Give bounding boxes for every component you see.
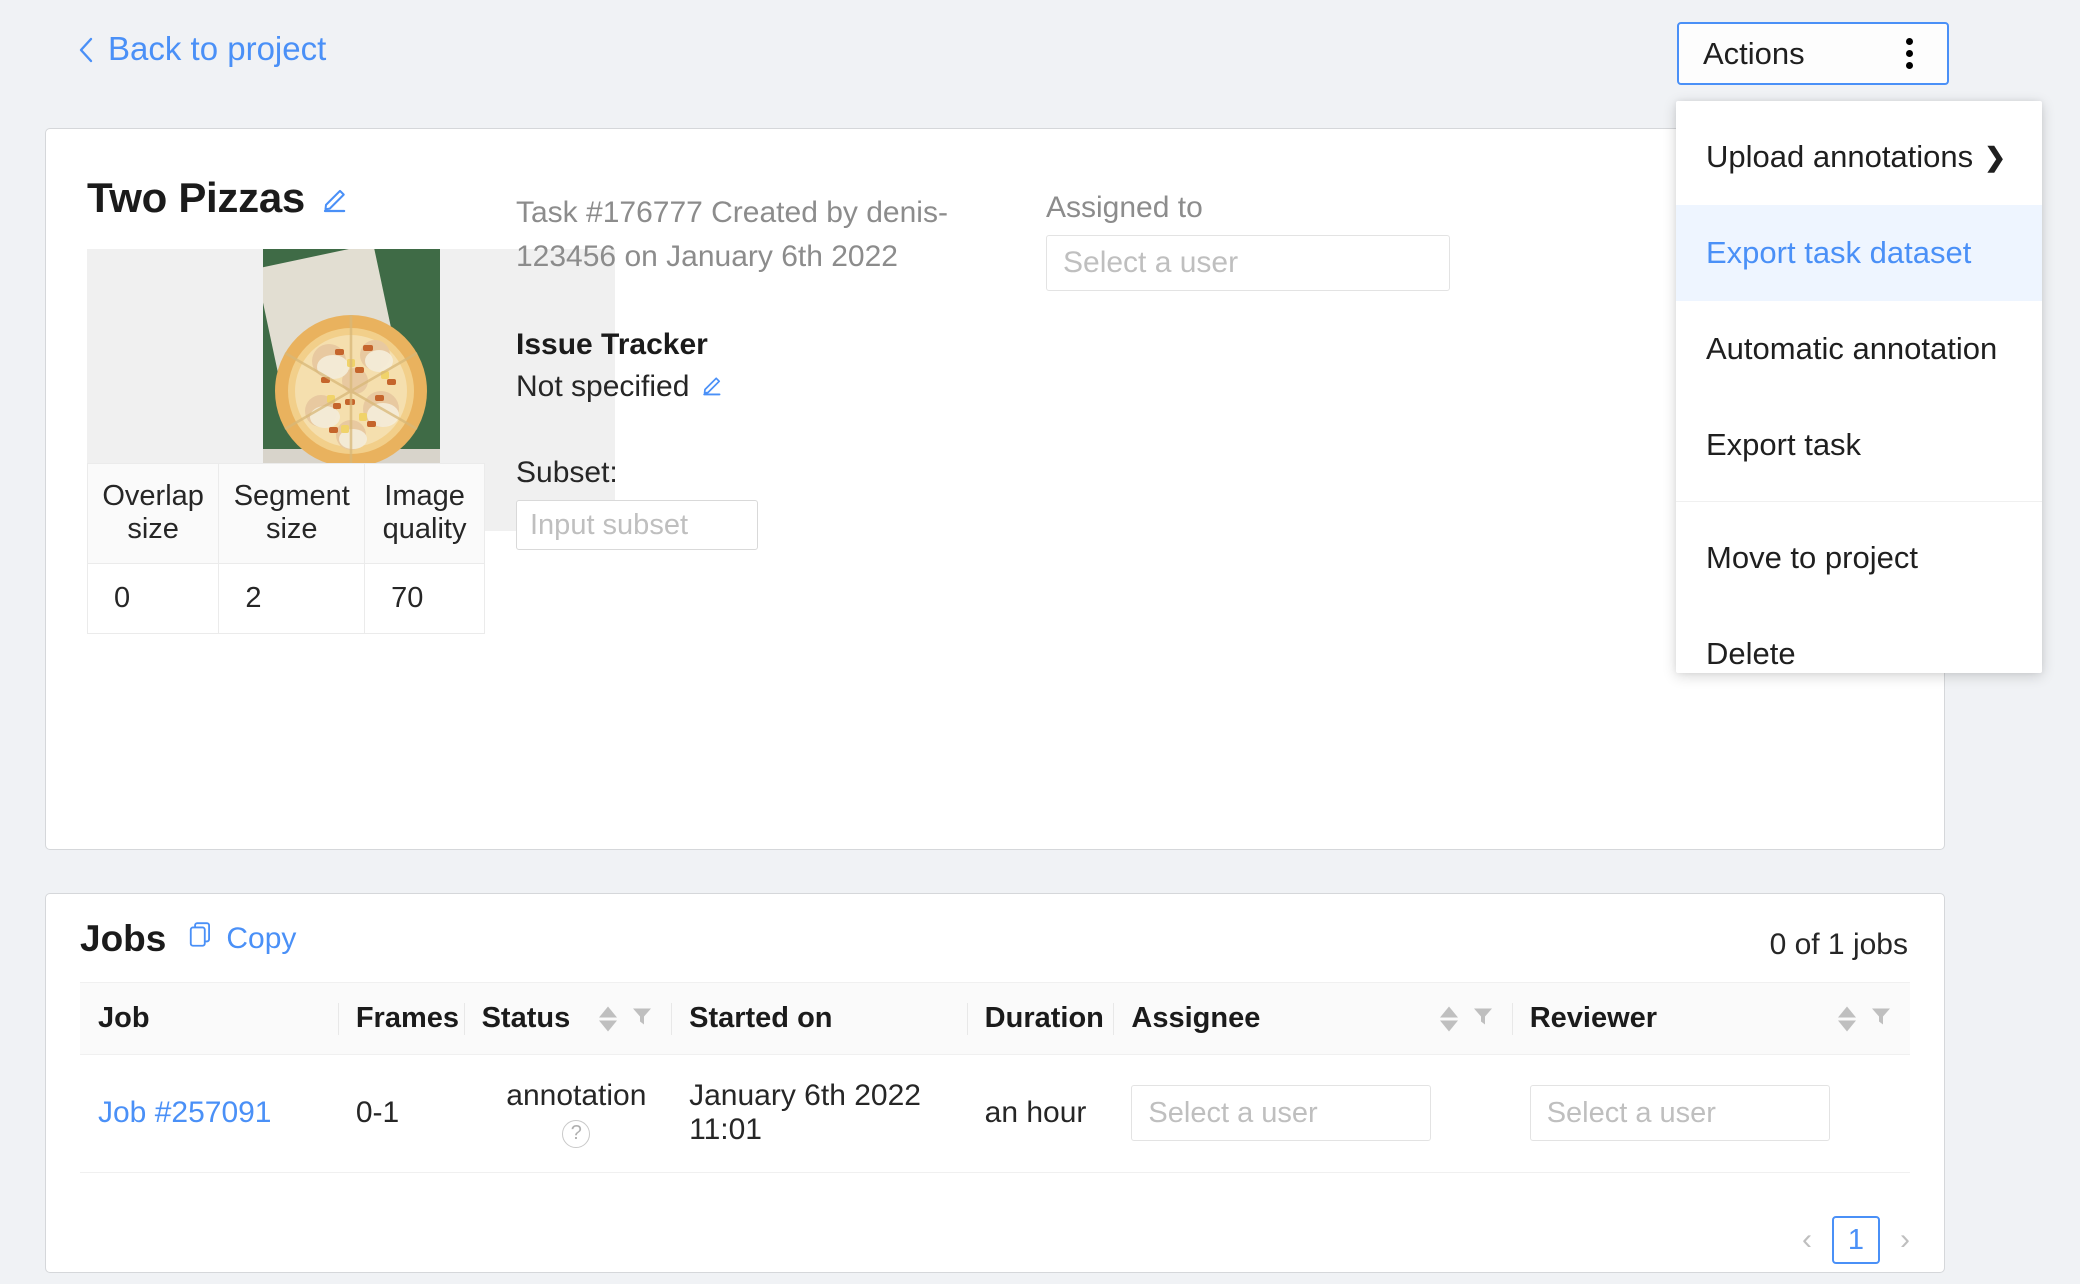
- assignee-select[interactable]: Select a user: [1131, 1085, 1432, 1142]
- subset-input[interactable]: [516, 500, 758, 550]
- jobs-card: Jobs Copy 0 of 1 jobs Job Frames Status …: [45, 893, 1945, 1273]
- column-header-assignee[interactable]: Assignee: [1113, 982, 1512, 1055]
- column-header-status-label: Status: [481, 1002, 571, 1034]
- cell-image-quality: 70: [364, 562, 485, 634]
- menu-divider: [1676, 501, 2042, 502]
- copy-label: Copy: [226, 922, 297, 955]
- cell-segment-size: 2: [218, 562, 366, 634]
- status-badge: annotation: [506, 1079, 647, 1112]
- assignee-placeholder: Select a user: [1148, 1096, 1318, 1129]
- menu-item-label: Upload annotations: [1706, 139, 1974, 174]
- issue-tracker-row: Not specified: [516, 370, 1076, 404]
- task-title-row: Two Pizzas: [87, 174, 351, 222]
- jobs-pagination: ‹ 1 ›: [1796, 1216, 1916, 1264]
- menu-item-export-task-dataset[interactable]: Export task dataset: [1676, 205, 2042, 301]
- chevron-right-icon[interactable]: ›: [1894, 1225, 1916, 1255]
- menu-item-automatic-annotation[interactable]: Automatic annotation: [1676, 301, 2042, 397]
- reviewer-select[interactable]: Select a user: [1529, 1085, 1830, 1142]
- actions-dropdown-menu[interactable]: Upload annotations ❯ Export task dataset…: [1676, 101, 2042, 673]
- actions-button-label: Actions: [1703, 35, 1805, 71]
- filter-icon[interactable]: [1472, 1002, 1494, 1035]
- jobs-table: Job Frames Status Started on Duration As…: [80, 982, 1910, 1173]
- jobs-title: Jobs: [80, 918, 167, 959]
- chevron-right-icon: ❯: [1984, 142, 2006, 172]
- table-row: 0 2 70: [86, 562, 485, 634]
- column-header-job[interactable]: Job: [80, 982, 338, 1055]
- page-title: Two Pizzas: [87, 174, 305, 221]
- cell-duration: an hour: [966, 1054, 1114, 1173]
- chevron-left-icon[interactable]: ‹: [1796, 1225, 1818, 1255]
- menu-item-upload-annotations[interactable]: Upload annotations ❯: [1676, 109, 2042, 205]
- actions-button[interactable]: Actions: [1677, 22, 1949, 85]
- cell-overlap-size: 0: [86, 562, 220, 634]
- menu-item-move-to-project[interactable]: Move to project: [1676, 510, 2042, 606]
- column-header-started-on[interactable]: Started on: [671, 982, 967, 1055]
- cell-status: annotation ?: [463, 1054, 672, 1173]
- task-details-page: Back to project Actions Upload annotatio…: [0, 0, 2080, 1284]
- assigned-to-block: Assigned to Select a user: [1046, 191, 1476, 291]
- task-info-card: Two Pizzas Overlap size Segment size Ima…: [45, 128, 1945, 850]
- column-header-duration[interactable]: Duration: [966, 982, 1114, 1055]
- column-header-image-quality: Image quality: [364, 463, 485, 564]
- assigned-to-label: Assigned to: [1046, 191, 1203, 224]
- back-to-project-link[interactable]: Back to project: [78, 30, 326, 68]
- three-dots-vertical-icon: [1906, 38, 1913, 69]
- jobs-header: Jobs Copy: [80, 918, 296, 960]
- column-header-assignee-label: Assignee: [1131, 1002, 1261, 1034]
- job-link[interactable]: Job #257091: [98, 1096, 272, 1129]
- table-row: Job #257091 0-1 annotation ? January 6th…: [80, 1054, 1910, 1173]
- cell-job: Job #257091: [80, 1054, 338, 1173]
- column-header-reviewer[interactable]: Reviewer: [1511, 982, 1910, 1055]
- menu-item-label: Automatic annotation: [1706, 331, 1998, 366]
- subset-label: Subset:: [516, 456, 618, 489]
- menu-item-label: Move to project: [1706, 540, 1918, 575]
- cell-frames: 0-1: [337, 1054, 464, 1173]
- menu-item-delete[interactable]: Delete: [1676, 606, 2042, 702]
- menu-item-label: Delete: [1706, 636, 1796, 671]
- column-header-reviewer-label: Reviewer: [1529, 1002, 1658, 1034]
- column-header-segment-size: Segment size: [218, 463, 366, 564]
- reviewer-sort-filter-controls: [1838, 1002, 1892, 1035]
- cell-assignee: Select a user: [1113, 1054, 1512, 1173]
- filter-icon[interactable]: [1870, 1002, 1892, 1035]
- task-created-info: Task #176777 Created by denis-123456 on …: [516, 196, 948, 273]
- menu-item-export-task[interactable]: Export task: [1676, 397, 2042, 493]
- status-sort-filter-controls: [599, 1002, 653, 1035]
- pencil-edit-icon[interactable]: [321, 183, 351, 213]
- sort-toggle-icon[interactable]: [1838, 1006, 1856, 1031]
- column-header-frames[interactable]: Frames: [337, 982, 464, 1055]
- table-header-row: Overlap size Segment size Image quality: [86, 463, 485, 564]
- copy-jobs-link[interactable]: Copy: [188, 921, 296, 957]
- chevron-left-icon: [78, 37, 94, 63]
- sort-toggle-icon[interactable]: [599, 1006, 618, 1031]
- cell-reviewer: Select a user: [1511, 1054, 1910, 1173]
- assigned-to-placeholder: Select a user: [1063, 246, 1239, 279]
- assigned-to-select[interactable]: Select a user: [1046, 235, 1450, 291]
- back-to-project-label: Back to project: [108, 30, 327, 67]
- top-bar: Back to project Actions: [0, 0, 2080, 90]
- pencil-edit-icon[interactable]: [701, 370, 725, 404]
- task-params-table: Overlap size Segment size Image quality …: [86, 463, 485, 634]
- issue-tracker-label: Issue Tracker: [516, 328, 708, 361]
- column-header-status[interactable]: Status: [463, 982, 672, 1055]
- assignee-sort-filter-controls: [1439, 1002, 1494, 1035]
- menu-item-label: Export task dataset: [1706, 235, 1972, 270]
- cell-started-on: January 6th 2022 11:01: [671, 1054, 967, 1173]
- table-header-row: Job Frames Status Started on Duration As…: [80, 982, 1910, 1055]
- column-header-overlap-size: Overlap size: [86, 463, 220, 564]
- filter-icon[interactable]: [631, 1002, 653, 1035]
- task-meta-column: Task #176777 Created by denis-123456 on …: [516, 191, 1076, 550]
- sort-toggle-icon[interactable]: [1439, 1006, 1458, 1031]
- pagination-page-1[interactable]: 1: [1832, 1216, 1880, 1264]
- reviewer-placeholder: Select a user: [1546, 1096, 1716, 1129]
- copy-icon: [188, 921, 214, 957]
- question-circle-icon[interactable]: ?: [562, 1119, 591, 1148]
- jobs-count-label: 0 of 1 jobs: [1769, 928, 1908, 961]
- menu-item-label: Export task: [1706, 427, 1862, 462]
- issue-tracker-value: Not specified: [516, 370, 690, 403]
